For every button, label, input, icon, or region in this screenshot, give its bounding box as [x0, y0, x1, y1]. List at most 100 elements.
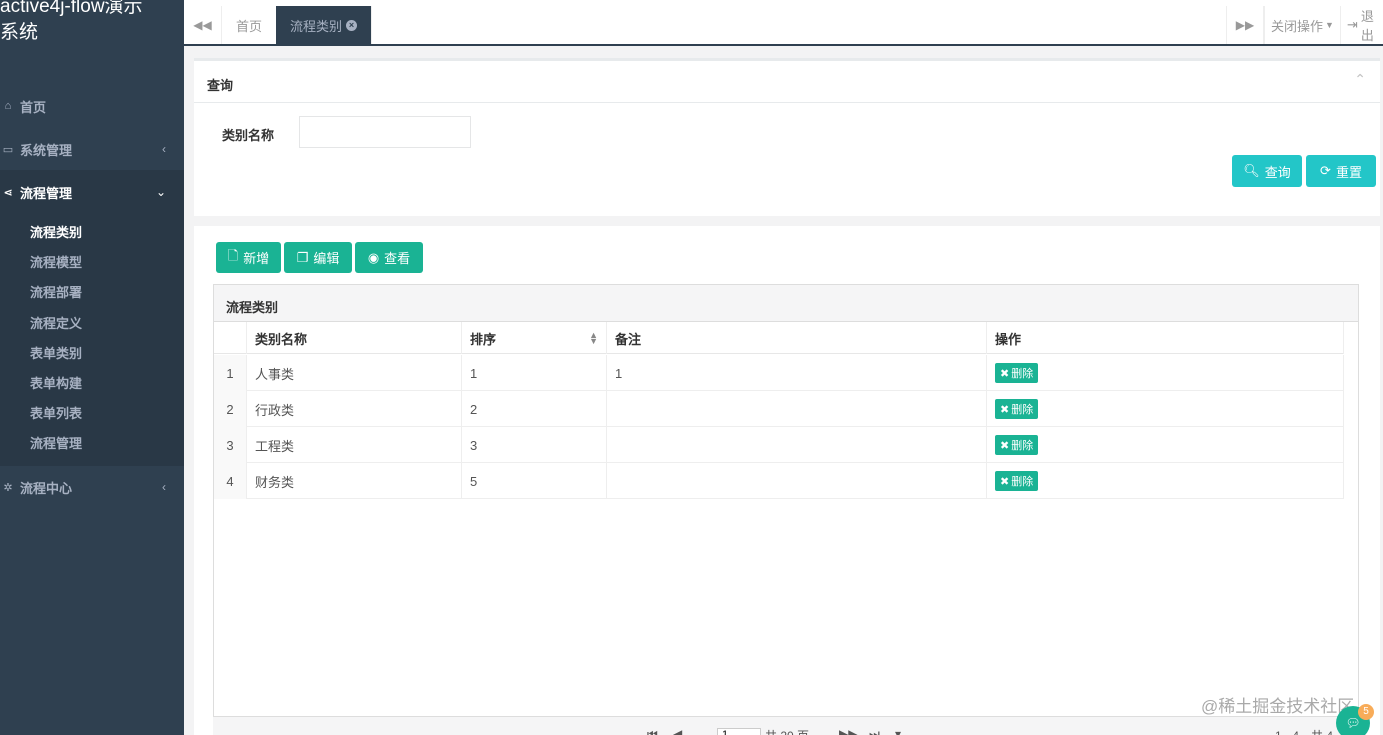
home-icon: ⌂: [4, 100, 12, 112]
search-button[interactable]: 🔍︎ 查询: [1232, 155, 1302, 187]
row-number: 2: [214, 391, 247, 427]
tab-scroll-left-button[interactable]: ◀◀: [184, 6, 222, 44]
submenu-item-flow-model[interactable]: 流程模型: [30, 252, 82, 271]
category-name-input[interactable]: [299, 116, 471, 148]
page-number-input[interactable]: [717, 728, 761, 735]
view-button[interactable]: ◉ 查看: [355, 242, 423, 273]
cell-sort: 5: [462, 463, 607, 499]
sidebar-item-system[interactable]: ▭ 系统管理 ‹: [0, 127, 184, 171]
last-page-icon[interactable]: ⏭: [869, 727, 880, 735]
column-header-name[interactable]: 类别名称: [247, 322, 462, 354]
eye-icon: ◉: [367, 249, 380, 265]
cell-name: 人事类: [247, 355, 462, 391]
pager: ⏮ ◀ 共 20 页 ▶▶ ⏭ 20 ▾ 1 - 4 共 4: [213, 716, 1359, 735]
grid-caption: 流程类别: [214, 285, 1358, 322]
table-row[interactable]: 4 财务类 5 ✖ 删除: [214, 463, 1344, 499]
chevron-up-icon[interactable]: ⌃: [1354, 71, 1366, 88]
table-row[interactable]: 2 行政类 2 ✖ 删除: [214, 391, 1344, 427]
gear-icon: ✲: [3, 481, 13, 494]
first-page-icon[interactable]: ⏮: [647, 727, 658, 735]
chat-icon: 💬︎: [1345, 716, 1361, 730]
submenu-item-form-category[interactable]: 表单类别: [30, 343, 82, 362]
cell-name: 工程类: [247, 427, 462, 463]
add-button[interactable]: 🗋 新增: [216, 242, 281, 273]
cell-remark: [607, 427, 987, 463]
times-icon: ✖: [1000, 367, 1010, 380]
sidebar-item-label: 流程管理: [20, 185, 73, 201]
cell-name: 财务类: [247, 463, 462, 499]
times-icon: ✖: [1000, 403, 1010, 416]
tab-label: 流程类别: [290, 18, 343, 34]
caret-down-icon: ▼: [1325, 20, 1334, 30]
query-panel-title: 查询: [194, 61, 1380, 103]
sign-out-icon: ⇥: [1347, 17, 1358, 32]
submenu-item-flow-deploy[interactable]: 流程部署: [30, 282, 82, 301]
add-button-label: 新增: [243, 251, 270, 266]
share-icon: ⋖: [3, 186, 13, 199]
cell-remark: 1: [607, 355, 987, 391]
chevron-left-icon: ‹: [162, 480, 166, 494]
sort-icon[interactable]: ▲ ▼: [589, 331, 598, 346]
cell-remark: [607, 391, 987, 427]
delete-button[interactable]: ✖ 删除: [995, 471, 1039, 491]
submenu-item-process-manage[interactable]: 流程管理: [30, 433, 82, 452]
sidebar: active4j-flow演示 系统 ⌂ 首页 ▭ 系统管理 ‹ ⋖ 流程管理 …: [0, 0, 184, 735]
row-number: 1: [214, 355, 247, 391]
column-header-label: 排序: [470, 331, 497, 347]
cell-sort: 1: [462, 355, 607, 391]
sidebar-item-flow-manage[interactable]: ⋖ 流程管理 ⌄: [0, 170, 184, 214]
tab-scroll-right-button[interactable]: ▶▶: [1226, 6, 1264, 44]
file-icon: 🗋: [227, 247, 239, 263]
reset-button[interactable]: ⟳ 重置: [1306, 155, 1376, 187]
cell-remark: [607, 463, 987, 499]
dropdown-label: 关闭操作: [1271, 18, 1324, 34]
prev-page-icon[interactable]: ◀: [673, 727, 682, 735]
delete-button[interactable]: ✖ 删除: [995, 363, 1039, 383]
query-panel: 查询 ⌃ 类别名称 🔍︎ 查询 ⟳ 重置: [194, 58, 1380, 216]
search-button-label: 查询: [1264, 164, 1291, 180]
backward-icon: ◀◀: [193, 18, 212, 32]
logout-label: 退出: [1360, 9, 1374, 43]
close-operations-dropdown[interactable]: 关闭操作 ▼: [1264, 6, 1340, 44]
notification-count-badge: 5: [1358, 704, 1374, 720]
sidebar-item-flow-center[interactable]: ✲ 流程中心 ‹: [0, 465, 184, 509]
row-number: 3: [214, 427, 247, 463]
submenu-item-form-build[interactable]: 表单构建: [30, 373, 82, 392]
submenu-item-form-list[interactable]: 表单列表: [30, 403, 82, 422]
refresh-icon: ⟳: [1320, 163, 1331, 178]
delete-button[interactable]: ✖ 删除: [995, 435, 1039, 455]
row-number: 4: [214, 463, 247, 499]
submenu-item-flow-category[interactable]: 流程类别: [30, 222, 82, 241]
edit-button[interactable]: ❐ 编辑: [284, 242, 352, 273]
chevron-down-icon: ⌄: [155, 185, 166, 199]
cell-action: ✖ 删除: [987, 355, 1344, 391]
grid-panel: 🗋 新增 ❐ 编辑 ◉ 查看 流程类别 类别名称 排序 ▲ ▼ 备注 操作 1 人…: [194, 226, 1380, 735]
record-summary: 1 - 4 共 4: [1275, 727, 1333, 735]
cell-sort: 3: [462, 427, 607, 463]
sidebar-item-home[interactable]: ⌂ 首页: [0, 84, 184, 128]
page-size-select[interactable]: 20 ▾: [895, 727, 901, 735]
category-name-label: 类别名称: [222, 128, 275, 143]
edit-button-label: 编辑: [313, 251, 340, 266]
cell-action: ✖ 删除: [987, 463, 1344, 499]
column-header-remark[interactable]: 备注: [607, 322, 987, 354]
table-row[interactable]: 1 人事类 1 1 ✖ 删除: [214, 355, 1344, 391]
submenu-item-flow-define[interactable]: 流程定义: [30, 313, 82, 332]
tab-flow-category[interactable]: 流程类别 ×: [276, 6, 373, 44]
copy-icon: ❐: [296, 249, 309, 265]
delete-label: 删除: [1011, 368, 1034, 380]
next-page-icon[interactable]: ▶▶: [839, 727, 857, 735]
app-title: active4j-flow演示 系统: [0, 0, 143, 43]
close-icon[interactable]: ×: [346, 19, 358, 31]
table-row[interactable]: 3 工程类 3 ✖ 删除: [214, 427, 1344, 463]
watermark: @稀土掘金技术社区: [1201, 697, 1355, 716]
cell-sort: 2: [462, 391, 607, 427]
cell-action: ✖ 删除: [987, 427, 1344, 463]
tab-home[interactable]: 首页: [222, 6, 278, 44]
search-icon: 🔍︎: [1243, 163, 1260, 178]
delete-label: 删除: [1011, 404, 1034, 416]
tab-bar: ◀◀ 首页 流程类别 × ▶▶ 关闭操作 ▼ ⇥ 退出: [184, 0, 1383, 46]
delete-button[interactable]: ✖ 删除: [995, 399, 1039, 419]
column-header-sort[interactable]: 排序 ▲ ▼: [462, 322, 607, 354]
logout-button[interactable]: ⇥ 退出: [1340, 6, 1383, 44]
